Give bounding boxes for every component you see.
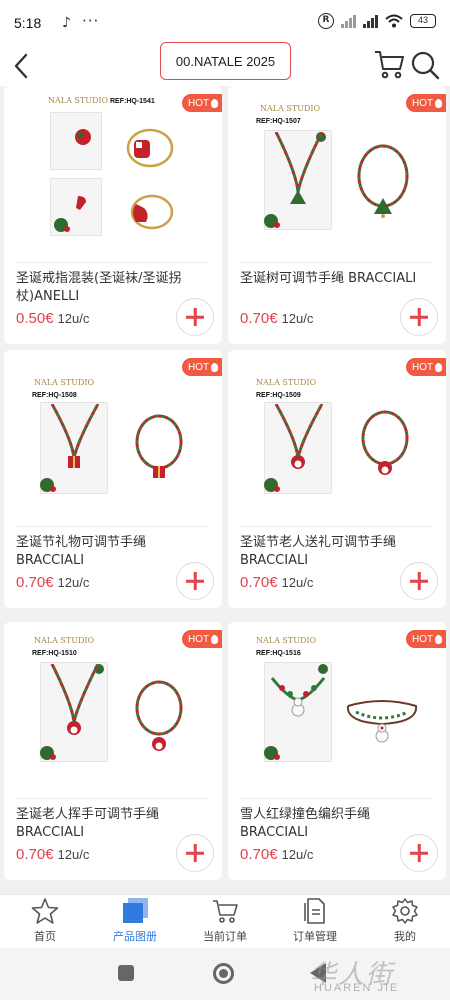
wifi-icon [385,14,403,28]
home-icon[interactable] [213,963,234,984]
product-unit: 12u/c [57,311,90,326]
hot-badge: HOT [406,94,446,112]
nav-item-order-management[interactable]: 订单管理 [270,895,360,948]
product-price: 0.70€ [16,846,54,863]
product-price: 0.70€ [240,574,278,591]
product-unit: 12u/c [57,575,90,590]
product-name: 圣诞节老人送礼可调节手绳 BRACCIALI [240,535,397,568]
watermark-en: HUAREN JIE [314,982,400,994]
product-ref: REF:HQ-1510 [32,650,77,657]
nav-label: 我的 [394,930,416,943]
top-header: 00.NATALE 2025 [0,42,450,86]
product-image[interactable]: NALA STUDIO REF:HQ-1509 HOT [228,350,446,520]
product-card[interactable]: NALA STUDIO REF:HQ-1516 HOT 雪人红绿撞色编织手绳 B… [228,622,446,880]
product-brand: NALA STUDIO [256,636,317,645]
status-time: 5:18 [14,15,42,31]
price-row: 0.70€ 12u/c [240,574,313,591]
product-price: 0.70€ [240,310,278,327]
product-unit: 12u/c [57,847,90,862]
hot-badge: HOT [406,630,446,648]
product-card[interactable]: NALA STUDIO REF:HQ-1509 HOT 圣诞节老人送礼可调节手绳… [228,350,446,608]
status-bar: 5:18 ♪ ··· R 43 [0,0,450,46]
document-icon [304,898,325,924]
product-image[interactable]: NALA STUDIO REF:HQ-1541 HOT [4,86,222,256]
signal-icon-2 [363,14,378,28]
watermark: 华人街 HUAREN JIE [300,954,450,1000]
price-row: 0.70€ 12u/c [240,310,313,327]
product-card[interactable]: NALA STUDIO REF:HQ-1510 HOT 圣诞老人挥手可调节手绳 … [4,622,222,880]
product-name: 雪人红绿撞色编织手绳 BRACCIALI [240,807,371,840]
back-arrow-icon[interactable] [8,50,36,82]
category-title[interactable]: 00.NATALE 2025 [160,42,291,80]
price-row: 0.70€ 12u/c [240,846,313,863]
add-to-cart-button[interactable] [400,298,438,336]
product-brand: NALA STUDIO [256,378,317,387]
product-name: 圣诞老人挥手可调节手绳 BRACCIALI [16,807,160,840]
hot-badge: HOT [182,94,222,112]
nav-label: 首页 [34,930,56,943]
cart-icon [213,900,238,923]
add-to-cart-button[interactable] [176,562,214,600]
product-price: 0.70€ [16,574,54,591]
product-price: 0.50€ [16,310,54,327]
product-brand: NALA STUDIO [48,96,109,105]
product-name: 圣诞戒指混装(圣诞袜/圣诞拐杖)ANELLI [16,271,182,304]
product-name: 圣诞树可调节手绳 BRACCIALI [240,271,417,286]
product-card[interactable]: NALA STUDIO REF:HQ-1508 HOT 圣诞节礼物可调节手绳 B… [4,350,222,608]
price-row: 0.70€ 12u/c [16,846,89,863]
add-to-cart-button[interactable] [400,562,438,600]
catalog-icon [123,898,148,923]
registered-icon: R [318,13,334,29]
product-image[interactable]: NALA STUDIO REF:HQ-1510 HOT [4,622,222,792]
recent-apps-icon[interactable] [118,965,134,981]
product-card[interactable]: NALA STUDIO REF:HQ-1541 HOT 圣诞戒指混装(圣诞袜/圣… [4,86,222,344]
product-ref: REF:HQ-1516 [256,650,301,657]
hot-badge: HOT [406,358,446,376]
product-ref: REF:HQ-1509 [256,392,301,399]
more-notifications-icon: ··· [82,12,100,30]
product-name: 圣诞节礼物可调节手绳 BRACCIALI [16,535,147,568]
signal-icon [341,14,356,28]
search-icon[interactable] [410,50,440,80]
product-grid: NALA STUDIO REF:HQ-1541 HOT 圣诞戒指混装(圣诞袜/圣… [0,86,450,894]
product-ref: REF:HQ-1507 [256,118,301,125]
product-unit: 12u/c [281,575,314,590]
nav-item-home[interactable]: 首页 [0,895,90,948]
nav-label: 产品图册 [113,930,157,943]
product-unit: 12u/c [281,847,314,862]
tiktok-icon: ♪ [62,15,71,31]
product-image[interactable]: NALA STUDIO REF:HQ-1507 HOT [228,86,446,256]
product-price: 0.70€ [240,846,278,863]
star-icon [31,898,59,924]
product-brand: NALA STUDIO [34,378,95,387]
product-ref: REF:HQ-1508 [32,392,77,399]
nav-item-catalog[interactable]: 产品图册 [90,895,180,948]
product-brand: NALA STUDIO [34,636,95,645]
product-card[interactable]: NALA STUDIO REF:HQ-1507 HOT 圣诞树可调节手绳 BRA… [228,86,446,344]
add-to-cart-button[interactable] [176,298,214,336]
product-ref: REF:HQ-1541 [110,98,155,105]
product-unit: 12u/c [281,311,314,326]
gear-icon [392,898,418,924]
battery-icon: 43 [410,14,436,28]
hot-badge: HOT [182,630,222,648]
add-to-cart-button[interactable] [176,834,214,872]
hot-badge: HOT [182,358,222,376]
nav-item-current-order[interactable]: 当前订单 [180,895,270,948]
price-row: 0.70€ 12u/c [16,574,89,591]
nav-label: 当前订单 [203,930,247,943]
product-image[interactable]: NALA STUDIO REF:HQ-1516 HOT [228,622,446,792]
nav-item-me[interactable]: 我的 [360,895,450,948]
product-brand: NALA STUDIO [260,104,321,113]
product-image[interactable]: NALA STUDIO REF:HQ-1508 HOT [4,350,222,520]
add-to-cart-button[interactable] [400,834,438,872]
bottom-nav: 首页 产品图册 当前订单 订单管理 我的 [0,894,450,948]
cart-icon[interactable] [373,48,405,80]
price-row: 0.50€ 12u/c [16,310,89,327]
nav-label: 订单管理 [293,930,337,943]
